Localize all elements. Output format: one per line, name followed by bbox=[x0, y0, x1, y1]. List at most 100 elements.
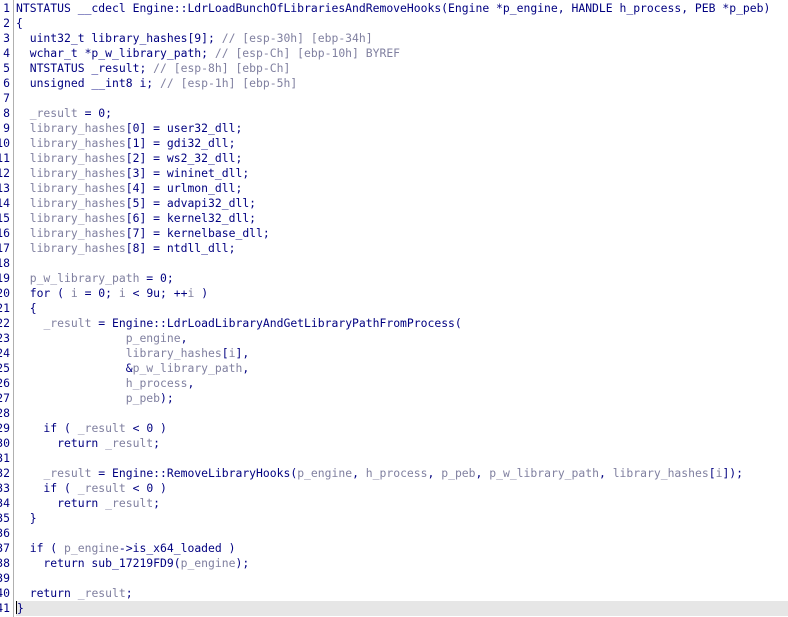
code-token: for ( bbox=[16, 286, 71, 300]
code-identifier[interactable]: _result bbox=[30, 106, 78, 120]
code-line[interactable]: if ( p_engine->is_x64_loaded ) bbox=[16, 541, 788, 556]
code-line[interactable]: _result = 0; bbox=[16, 106, 788, 121]
code-line[interactable] bbox=[16, 406, 788, 421]
code-identifier[interactable]: h_process bbox=[366, 466, 428, 480]
line-number: 21 bbox=[0, 301, 10, 315]
code-identifier[interactable]: library_hashes bbox=[30, 211, 126, 225]
code-line-current[interactable]: } bbox=[16, 601, 788, 616]
line-number-gutter: 1234567891011121314151617181920212223242… bbox=[0, 0, 12, 617]
code-identifier[interactable]: _result bbox=[43, 316, 91, 330]
code-identifier[interactable]: i bbox=[71, 286, 78, 300]
code-identifier[interactable]: h_process bbox=[126, 376, 188, 390]
code-line[interactable]: return _result; bbox=[16, 586, 788, 601]
code-identifier[interactable]: _result bbox=[43, 466, 91, 480]
code-line[interactable]: NTSTATUS _result; // [esp-8h] [ebp-Ch] bbox=[16, 61, 788, 76]
code-line[interactable]: _result = Engine::LdrLoadLibraryAndGetLi… bbox=[16, 316, 788, 331]
code-identifier[interactable]: _result bbox=[78, 421, 126, 435]
code-identifier[interactable]: p_engine bbox=[181, 556, 236, 570]
line-number: 13 bbox=[0, 181, 10, 195]
code-identifier[interactable]: _result bbox=[78, 586, 126, 600]
code-comment: // [esp-8h] [ebp-Ch] bbox=[153, 61, 291, 75]
code-token: [4] = urlmon_dll; bbox=[125, 181, 243, 195]
code-identifier[interactable]: p_w_library_path bbox=[133, 361, 243, 375]
code-identifier[interactable]: library_hashes bbox=[30, 196, 126, 210]
code-identifier[interactable]: library_hashes bbox=[30, 226, 126, 240]
code-identifier[interactable]: library_hashes bbox=[30, 151, 126, 165]
code-line[interactable]: library_hashes[1] = gdi32_dll; bbox=[16, 136, 788, 151]
line-number: 5 bbox=[3, 61, 10, 75]
code-line[interactable]: if ( _result < 0 ) bbox=[16, 481, 788, 496]
code-token: [0] = user32_dll; bbox=[125, 121, 243, 135]
code-line[interactable]: p_peb); bbox=[16, 391, 788, 406]
code-line[interactable]: return sub_17219FD9(p_engine); bbox=[16, 556, 788, 571]
code-token: ->is_x64_loaded ) bbox=[118, 541, 236, 555]
code-identifier[interactable]: library_hashes bbox=[30, 241, 126, 255]
code-line[interactable]: return _result; bbox=[16, 436, 788, 451]
code-line[interactable] bbox=[16, 451, 788, 466]
code-line[interactable] bbox=[16, 256, 788, 271]
code-line[interactable]: { bbox=[16, 16, 788, 31]
code-line[interactable]: p_w_library_path = 0; bbox=[16, 271, 788, 286]
code-identifier[interactable]: _result bbox=[78, 481, 126, 495]
code-line[interactable]: _result = Engine::RemoveLibraryHooks(p_e… bbox=[16, 466, 788, 481]
code-identifier[interactable]: library_hashes bbox=[126, 346, 222, 360]
code-line[interactable]: library_hashes[6] = kernel32_dll; bbox=[16, 211, 788, 226]
code-line[interactable]: p_engine, bbox=[16, 331, 788, 346]
code-identifier[interactable]: library_hashes bbox=[613, 466, 709, 480]
code-identifier[interactable]: p_engine bbox=[126, 331, 181, 345]
code-identifier[interactable]: library_hashes bbox=[30, 121, 126, 135]
code-line[interactable]: library_hashes[i], bbox=[16, 346, 788, 361]
code-identifier[interactable]: i bbox=[119, 286, 126, 300]
code-identifier[interactable]: p_peb bbox=[126, 391, 160, 405]
code-identifier[interactable]: _result bbox=[105, 496, 153, 510]
code-token: [1] = gdi32_dll; bbox=[125, 136, 236, 150]
code-line[interactable]: library_hashes[3] = wininet_dll; bbox=[16, 166, 788, 181]
code-identifier[interactable]: _result bbox=[105, 436, 153, 450]
code-identifier[interactable]: p_peb bbox=[441, 466, 475, 480]
code-line[interactable]: &p_w_library_path, bbox=[16, 361, 788, 376]
code-line[interactable] bbox=[16, 571, 788, 586]
code-line[interactable]: library_hashes[7] = kernelbase_dll; bbox=[16, 226, 788, 241]
code-line[interactable]: h_process, bbox=[16, 376, 788, 391]
line-number: 11 bbox=[0, 151, 10, 165]
code-line[interactable] bbox=[16, 91, 788, 106]
code-line[interactable]: library_hashes[5] = advapi32_dll; bbox=[16, 196, 788, 211]
code-line[interactable]: uint32_t library_hashes[9]; // [esp-30h]… bbox=[16, 31, 788, 46]
code-token: ]); bbox=[722, 466, 744, 480]
code-identifier[interactable]: p_engine bbox=[64, 541, 119, 555]
line-number: 17 bbox=[0, 241, 10, 255]
code-identifier[interactable]: p_w_library_path bbox=[489, 466, 599, 480]
code-token: [5] = advapi32_dll; bbox=[125, 196, 257, 210]
code-line[interactable]: library_hashes[2] = ws2_32_dll; bbox=[16, 151, 788, 166]
code-line[interactable]: { bbox=[16, 301, 788, 316]
code-line[interactable]: wchar_t *p_w_library_path; // [esp-Ch] [… bbox=[16, 46, 788, 61]
code-line[interactable]: if ( _result < 0 ) bbox=[16, 421, 788, 436]
code-identifier[interactable]: library_hashes bbox=[30, 166, 126, 180]
code-identifier[interactable]: p_w_library_path bbox=[30, 271, 140, 285]
code-line[interactable]: unsigned __int8 i; // [esp-1h] [ebp-5h] bbox=[16, 76, 788, 91]
code-line[interactable]: return _result; bbox=[16, 496, 788, 511]
code-line[interactable]: library_hashes[0] = user32_dll; bbox=[16, 121, 788, 136]
code-token: uint32_t library_hashes[9]; bbox=[16, 31, 222, 45]
code-identifier[interactable]: library_hashes bbox=[30, 181, 126, 195]
code-token: ], bbox=[235, 346, 250, 360]
code-line[interactable]: for ( i = 0; i < 9u; ++i ) bbox=[16, 286, 788, 301]
line-number: 27 bbox=[0, 391, 10, 405]
code-identifier[interactable]: library_hashes bbox=[30, 136, 126, 150]
line-number: 32 bbox=[0, 466, 10, 480]
code-line[interactable]: library_hashes[4] = urlmon_dll; bbox=[16, 181, 788, 196]
line-number: 1 bbox=[3, 1, 10, 15]
code-token: < 9u; ++ bbox=[125, 286, 188, 300]
code-line[interactable] bbox=[16, 526, 788, 541]
code-token: ; bbox=[153, 496, 161, 510]
pseudocode-view[interactable]: 1234567891011121314151617181920212223242… bbox=[0, 0, 788, 617]
line-number: 31 bbox=[0, 451, 10, 465]
line-number: 30 bbox=[0, 436, 10, 450]
code-line[interactable]: NTSTATUS __cdecl Engine::LdrLoadBunchOfL… bbox=[16, 1, 788, 16]
code-line[interactable]: } bbox=[16, 511, 788, 526]
code-identifier[interactable]: p_engine bbox=[297, 466, 352, 480]
code-line[interactable]: library_hashes[8] = ntdll_dll; bbox=[16, 241, 788, 256]
